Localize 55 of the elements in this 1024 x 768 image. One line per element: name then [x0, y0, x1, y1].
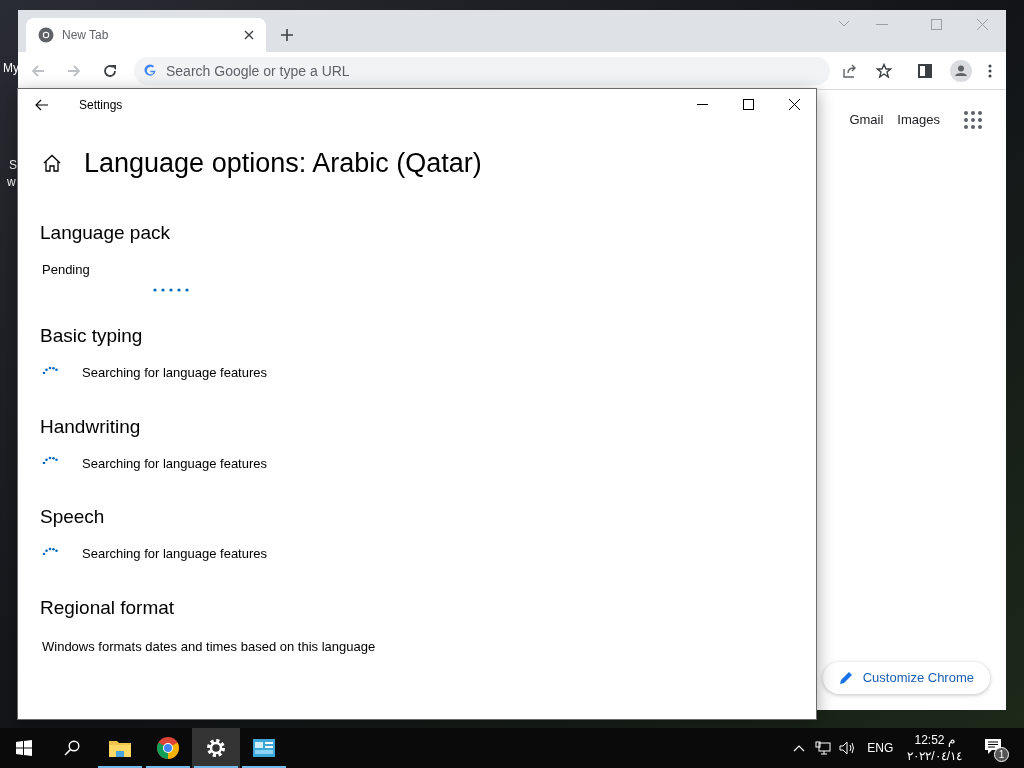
- back-icon[interactable]: [35, 99, 49, 111]
- status-text: Searching for language features: [82, 364, 267, 382]
- window-title: Settings: [79, 97, 123, 114]
- reload-icon[interactable]: [102, 62, 118, 79]
- star-icon[interactable]: [876, 62, 892, 79]
- browser-tab[interactable]: New Tab: [26, 18, 266, 52]
- clock-date: ٢٠٢٢/٠٤/١٤: [907, 748, 962, 764]
- close-icon[interactable]: [789, 99, 800, 110]
- header-link[interactable]: Images: [897, 110, 940, 130]
- home-icon[interactable]: [42, 154, 62, 173]
- chevron-up-icon[interactable]: [793, 744, 806, 752]
- windows-start-icon[interactable]: [16, 740, 32, 756]
- notification-count: 1: [994, 747, 1009, 762]
- clock-time: 12:52 م: [914, 732, 955, 748]
- pencil-icon: [838, 671, 853, 685]
- chrome-icon: [157, 737, 179, 759]
- header-link[interactable]: Gmail: [849, 110, 884, 130]
- profile-icon[interactable]: [950, 59, 972, 82]
- action-center-button[interactable]: 1: [982, 733, 1012, 763]
- search-icon[interactable]: [64, 740, 80, 756]
- desktop-icon-label: S: [9, 157, 17, 174]
- section-heading: Basic typing: [40, 324, 144, 348]
- description-text: Windows formats dates and times based on this language: [42, 637, 377, 656]
- status-text: Searching for language features: [82, 454, 267, 473]
- customize-chrome-button[interactable]: Customize Chrome: [822, 662, 990, 694]
- input-language-indicator[interactable]: ENG: [867, 739, 894, 757]
- section-heading: Language pack: [40, 220, 171, 245]
- chrome-icon: [38, 27, 54, 43]
- section-heading: Regional format: [40, 595, 176, 620]
- section-heading: Handwriting: [40, 414, 142, 439]
- share-icon[interactable]: [842, 62, 858, 79]
- loading-spinner-icon: [42, 546, 58, 555]
- loading-spinner-icon: [42, 456, 58, 465]
- status-text: Searching for language features: [82, 545, 267, 563]
- maximize-icon[interactable]: [743, 99, 754, 110]
- desktop-icon-label: My: [3, 60, 19, 77]
- section-heading: Speech: [40, 505, 106, 529]
- close-icon[interactable]: [244, 30, 254, 40]
- side-panel-icon[interactable]: [918, 63, 932, 78]
- new-tab-icon[interactable]: [280, 28, 294, 42]
- network-icon[interactable]: [815, 741, 832, 755]
- menu-icon[interactable]: [988, 63, 992, 78]
- google-icon: [144, 63, 157, 77]
- loading-spinner-icon: [42, 365, 58, 374]
- folder-icon: [109, 739, 131, 757]
- status-text: Pending: [42, 260, 91, 279]
- apps-grid-icon[interactable]: [964, 110, 982, 129]
- clock[interactable]: 12:52 م ٢٠٢٢/٠٤/١٤: [907, 732, 962, 764]
- gear-icon: [206, 738, 226, 758]
- desktop-icon-label: w: [7, 174, 16, 191]
- progress-dots: [153, 288, 190, 292]
- control-panel-icon: [253, 739, 275, 757]
- address-bar[interactable]: Search Google or type a URL: [134, 56, 830, 85]
- page-heading: Language options: Arabic (Qatar): [84, 147, 482, 180]
- taskbar-app-button[interactable]: [192, 728, 240, 768]
